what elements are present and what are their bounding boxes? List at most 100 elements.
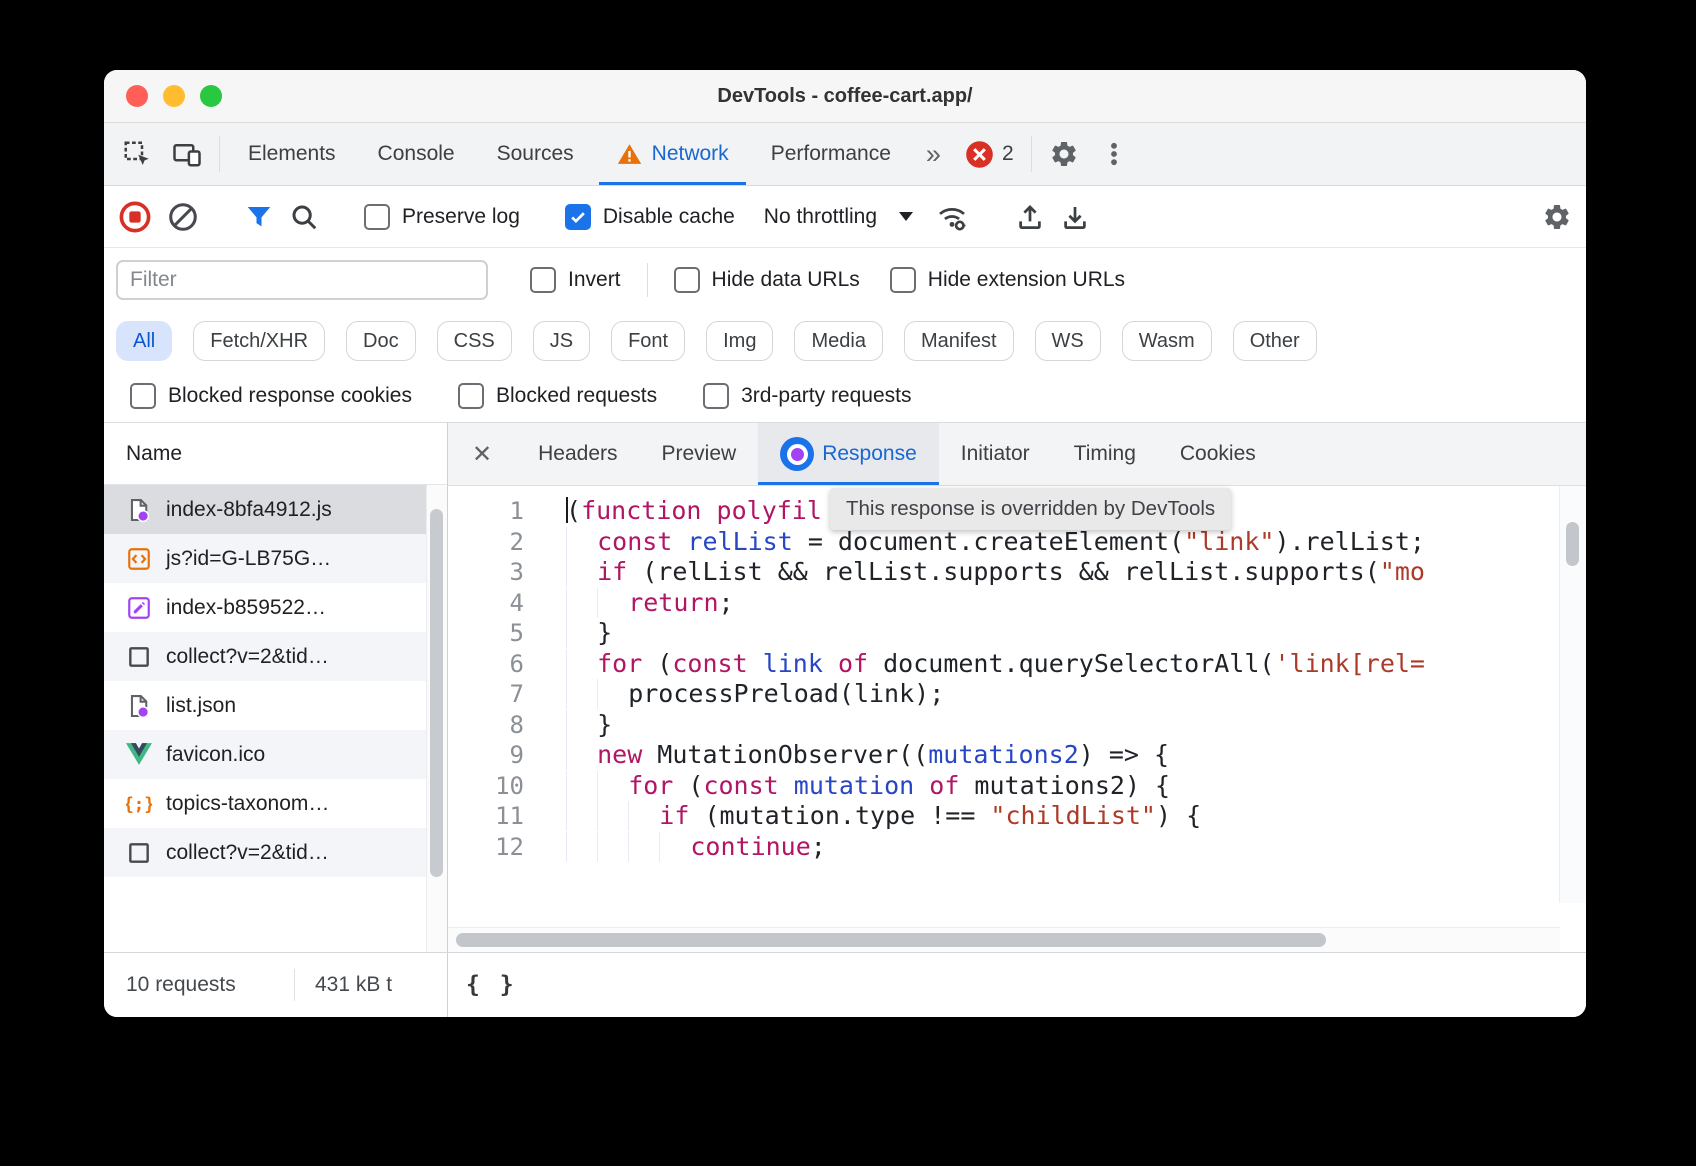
blocked-requests-checkbox[interactable] [458,383,484,409]
code-line-content: return; [524,588,734,619]
detail-tab-initiator[interactable]: Initiator [939,423,1052,485]
title-bar[interactable]: DevTools - coffee-cart.app/ [104,70,1586,123]
tab-elements[interactable]: Elements [227,123,357,185]
request-list-scrollbar[interactable] [426,485,447,952]
third-party-checkbox[interactable] [703,383,729,409]
invert-checkbox[interactable] [530,267,556,293]
blocked-requests-toggle[interactable]: Blocked requests [458,383,657,409]
devtools-menu-button[interactable] [1089,123,1139,185]
line-number[interactable]: 7 [448,679,524,710]
type-filter-fetch-xhr[interactable]: Fetch/XHR [193,321,325,361]
detail-tab-preview[interactable]: Preview [640,423,759,485]
issues-error-badge[interactable]: 2 [955,123,1024,185]
zoom-window-button[interactable] [200,85,222,107]
type-filter-js[interactable]: JS [533,321,590,361]
name-column-header[interactable]: Name [104,423,447,485]
tab-sources[interactable]: Sources [476,123,595,185]
line-number[interactable]: 9 [448,740,524,771]
type-filter-doc[interactable]: Doc [346,321,416,361]
tab-console[interactable]: Console [357,123,476,185]
line-number[interactable]: 1 [448,496,524,527]
import-har-button[interactable] [1060,201,1090,233]
type-filter-img[interactable]: Img [706,321,773,361]
network-filter-input[interactable] [116,260,488,300]
request-row[interactable]: {;}topics-taxonom… [104,779,447,828]
line-number[interactable]: 10 [448,771,524,802]
request-row[interactable]: collect?v=2&tid… [104,632,447,681]
hide-extension-urls-toggle[interactable]: Hide extension URLs [890,267,1125,293]
request-row[interactable]: js?id=G-LB75G… [104,534,447,583]
line-number[interactable]: 8 [448,710,524,741]
search-button[interactable] [289,202,319,232]
third-party-toggle[interactable]: 3rd-party requests [703,383,911,409]
disable-cache-toggle[interactable]: Disable cache [565,204,735,230]
preserve-log-checkbox[interactable] [364,204,390,230]
tab-label: Elements [248,142,336,166]
line-number[interactable]: 5 [448,618,524,649]
detail-tab-response[interactable]: Response [758,423,939,485]
blocked-cookies-checkbox[interactable] [130,383,156,409]
request-row[interactable]: favicon.ico [104,730,447,779]
hide-data-urls-label: Hide data URLs [712,268,860,292]
scrollbar-thumb[interactable] [1566,522,1579,566]
close-window-button[interactable] [126,85,148,107]
code-line: 6for (const link of document.querySelect… [448,649,1586,680]
record-network-log-button[interactable] [118,200,152,234]
code-horizontal-scrollbar[interactable] [448,927,1560,952]
settings-button[interactable] [1039,123,1089,185]
type-filter-all[interactable]: All [116,321,172,361]
more-tabs-button[interactable]: » [912,123,955,185]
code-vertical-scrollbar[interactable] [1559,486,1586,903]
request-row[interactable]: index-b859522… [104,583,447,632]
minimize-window-button[interactable] [163,85,185,107]
scrollbar-thumb[interactable] [430,509,443,877]
line-number[interactable]: 4 [448,588,524,619]
hide-data-urls-toggle[interactable]: Hide data URLs [674,267,860,293]
request-row[interactable]: list.json [104,681,447,730]
device-toolbar-button[interactable] [162,123,212,185]
line-number[interactable]: 3 [448,557,524,588]
filter-toggle-button[interactable] [244,202,274,232]
code-line-content: processPreload(link); [524,679,944,710]
response-code-view[interactable]: 1(function polyfil2const relList = docum… [448,486,1586,927]
type-filter-ws[interactable]: WS [1035,321,1101,361]
detail-tab-cookies[interactable]: Cookies [1158,423,1278,485]
request-name: collect?v=2&tid… [166,645,329,669]
tab-network[interactable]: Network [595,123,750,185]
close-detail-button[interactable]: ✕ [448,423,516,485]
type-filter-font[interactable]: Font [611,321,685,361]
indent-guide [566,771,597,801]
type-filter-media[interactable]: Media [794,321,882,361]
line-number[interactable]: 6 [448,649,524,680]
type-filter-manifest[interactable]: Manifest [904,321,1014,361]
export-har-button[interactable] [1015,201,1045,233]
scrollbar-thumb[interactable] [456,933,1326,947]
type-filter-css[interactable]: CSS [437,321,512,361]
preserve-log-toggle[interactable]: Preserve log [364,204,520,230]
type-filter-other[interactable]: Other [1233,321,1317,361]
throttling-select[interactable]: No throttling [764,205,913,229]
line-number[interactable]: 11 [448,801,524,832]
hide-data-urls-checkbox[interactable] [674,267,700,293]
code-line-content: const relList = document.createElement("… [524,527,1425,558]
main-tab-bar: Elements ConsoleSourcesNetworkPerformance… [104,123,1586,186]
request-row[interactable]: collect?v=2&tid… [104,828,447,877]
pretty-print-button[interactable]: { } [466,972,517,998]
type-filter-wasm[interactable]: Wasm [1122,321,1212,361]
detail-tab-headers[interactable]: Headers [516,423,639,485]
request-row[interactable]: index-8bfa4912.js [104,485,447,534]
vue-logo-icon [126,742,152,768]
network-conditions-button[interactable] [934,200,970,234]
hide-extension-urls-checkbox[interactable] [890,267,916,293]
network-settings-button[interactable] [1542,202,1572,232]
disable-cache-checkbox[interactable] [565,204,591,230]
clear-network-log-button[interactable] [167,201,199,233]
line-number[interactable]: 2 [448,527,524,558]
line-number[interactable]: 12 [448,832,524,863]
detail-tab-timing[interactable]: Timing [1052,423,1158,485]
inspect-element-button[interactable] [112,123,162,185]
indent-guide [597,832,628,862]
blocked-cookies-toggle[interactable]: Blocked response cookies [130,383,412,409]
tab-performance[interactable]: Performance [750,123,912,185]
invert-toggle[interactable]: Invert [530,267,621,293]
